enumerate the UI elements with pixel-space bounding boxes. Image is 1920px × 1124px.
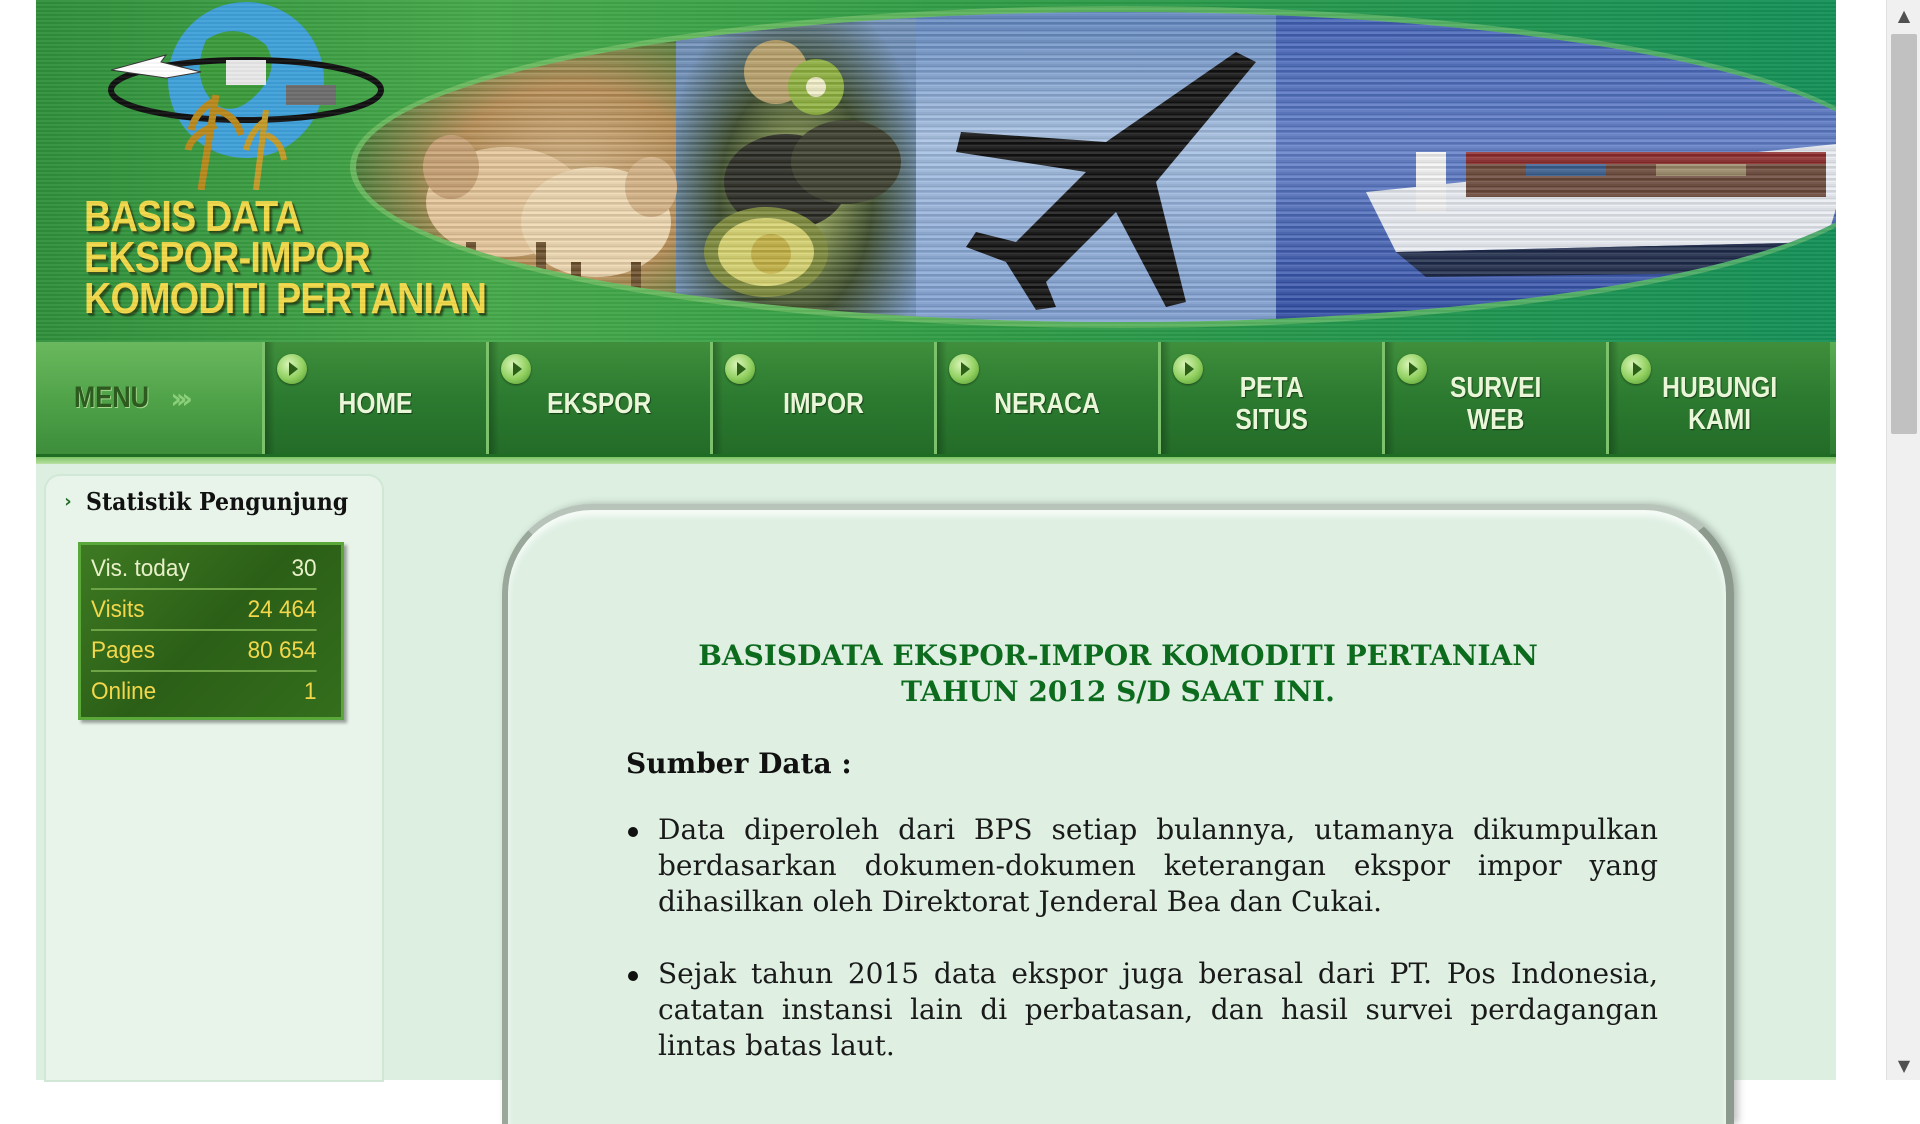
arrow-circle-icon	[949, 354, 979, 384]
banner-title: BASIS DATA EKSPOR-IMPOR KOMODITI PERTANI…	[84, 192, 487, 323]
arrow-circle-icon	[725, 354, 755, 384]
stats-row: Pages 80 654	[91, 631, 317, 672]
vertical-scrollbar[interactable]: ▲ ▼	[1886, 0, 1920, 1080]
menu-item-label: HUBUNGI KAMI	[1661, 372, 1778, 436]
menu-arrows-icon: ›››	[170, 381, 192, 415]
banner-title-line: BASIS DATA	[84, 192, 302, 241]
menu-item-impor[interactable]: IMPOR	[710, 342, 934, 454]
menu-item-label: PETA SITUS	[1235, 372, 1308, 436]
list-item: Data diperoleh dari BPS setiap bulannya,…	[626, 812, 1658, 920]
stats-label: Online	[91, 677, 157, 705]
menu-item-survei-web[interactable]: SURVEI WEB	[1382, 342, 1606, 454]
arrow-circle-icon	[1621, 354, 1651, 384]
list-item: Sejak tahun 2015 data ekspor juga berasa…	[626, 956, 1658, 1064]
arrow-circle-icon	[1397, 354, 1427, 384]
stats-row: Visits 24 464	[91, 590, 317, 631]
visitor-stats-box[interactable]: Vis. today 30 Visits 24 464 Pages 80 654…	[78, 542, 344, 720]
menu-label: MENU	[74, 381, 150, 414]
stats-value: 30	[291, 554, 317, 582]
menu-item-neraca[interactable]: NERACA	[934, 342, 1158, 454]
stats-value: 80 654	[247, 636, 317, 664]
menu-item-hubungi-kami[interactable]: HUBUNGI KAMI	[1606, 342, 1830, 454]
scrollbar-thumb[interactable]	[1891, 34, 1917, 434]
banner-title-line: EKSPOR-IMPOR	[84, 233, 371, 282]
chevron-right-icon: ›	[64, 490, 72, 512]
banner-photo-oval	[356, 12, 1836, 322]
main-menu-bar: MENU ››› HOME EKSPOR IMPOR NERACA PETA S…	[36, 342, 1836, 464]
source-data-list: Data diperoleh dari BPS setiap bulannya,…	[626, 812, 1658, 1100]
menu-item-label: SURVEI WEB	[1449, 372, 1542, 436]
banner-scanlines	[356, 12, 1836, 322]
page-title: BASISDATA EKSPOR-IMPOR KOMODITI PERTANIA…	[508, 638, 1728, 710]
menu-label-cell: MENU ›››	[36, 342, 262, 454]
menu-item-label: HOME	[338, 388, 413, 420]
globe-logo-icon	[108, 2, 384, 190]
menu-item-label: NERACA	[994, 388, 1101, 420]
sidebar-title: Statistik Pengunjung	[86, 486, 349, 516]
page-title-line: TAHUN 2012 S/D SAAT INI.	[901, 675, 1335, 708]
menu-item-home[interactable]: HOME	[262, 342, 486, 454]
scroll-down-icon[interactable]: ▼	[1887, 1050, 1920, 1080]
bullet-icon	[628, 971, 638, 981]
stats-row: Online 1	[91, 672, 317, 711]
scroll-up-icon[interactable]: ▲	[1887, 0, 1920, 30]
list-item-text: Data diperoleh dari BPS setiap bulannya,…	[658, 813, 1658, 918]
stats-value: 24 464	[247, 595, 317, 623]
list-item-text: Sejak tahun 2015 data ekspor juga berasa…	[658, 957, 1658, 1062]
site-banner: BASIS DATA EKSPOR-IMPOR KOMODITI PERTANI…	[36, 0, 1836, 342]
sidebar-header: › Statistik Pengunjung	[46, 476, 382, 526]
stats-value: 1	[304, 677, 317, 705]
arrow-circle-icon	[277, 354, 307, 384]
stats-label: Pages	[91, 636, 155, 664]
stats-row: Vis. today 30	[91, 549, 317, 590]
bullet-icon	[628, 827, 638, 837]
stats-label: Vis. today	[91, 554, 190, 582]
menu-item-ekspor[interactable]: EKSPOR	[486, 342, 710, 454]
sidebar: › Statistik Pengunjung Vis. today 30 Vis…	[46, 476, 382, 1080]
page-title-line: BASISDATA EKSPOR-IMPOR KOMODITI PERTANIA…	[698, 639, 1538, 672]
source-data-heading: Sumber Data :	[626, 747, 852, 780]
menu-item-peta-situs[interactable]: PETA SITUS	[1158, 342, 1382, 454]
page-wrapper: BASIS DATA EKSPOR-IMPOR KOMODITI PERTANI…	[36, 0, 1836, 1124]
arrow-circle-icon	[501, 354, 531, 384]
banner-title-line: KOMODITI PERTANIAN	[84, 274, 487, 323]
arrow-circle-icon	[1173, 354, 1203, 384]
menu-item-label: IMPOR	[783, 388, 864, 420]
stats-label: Visits	[91, 595, 145, 623]
menu-item-label: EKSPOR	[547, 388, 652, 420]
main-content-panel: BASISDATA EKSPOR-IMPOR KOMODITI PERTANIA…	[502, 504, 1734, 1124]
